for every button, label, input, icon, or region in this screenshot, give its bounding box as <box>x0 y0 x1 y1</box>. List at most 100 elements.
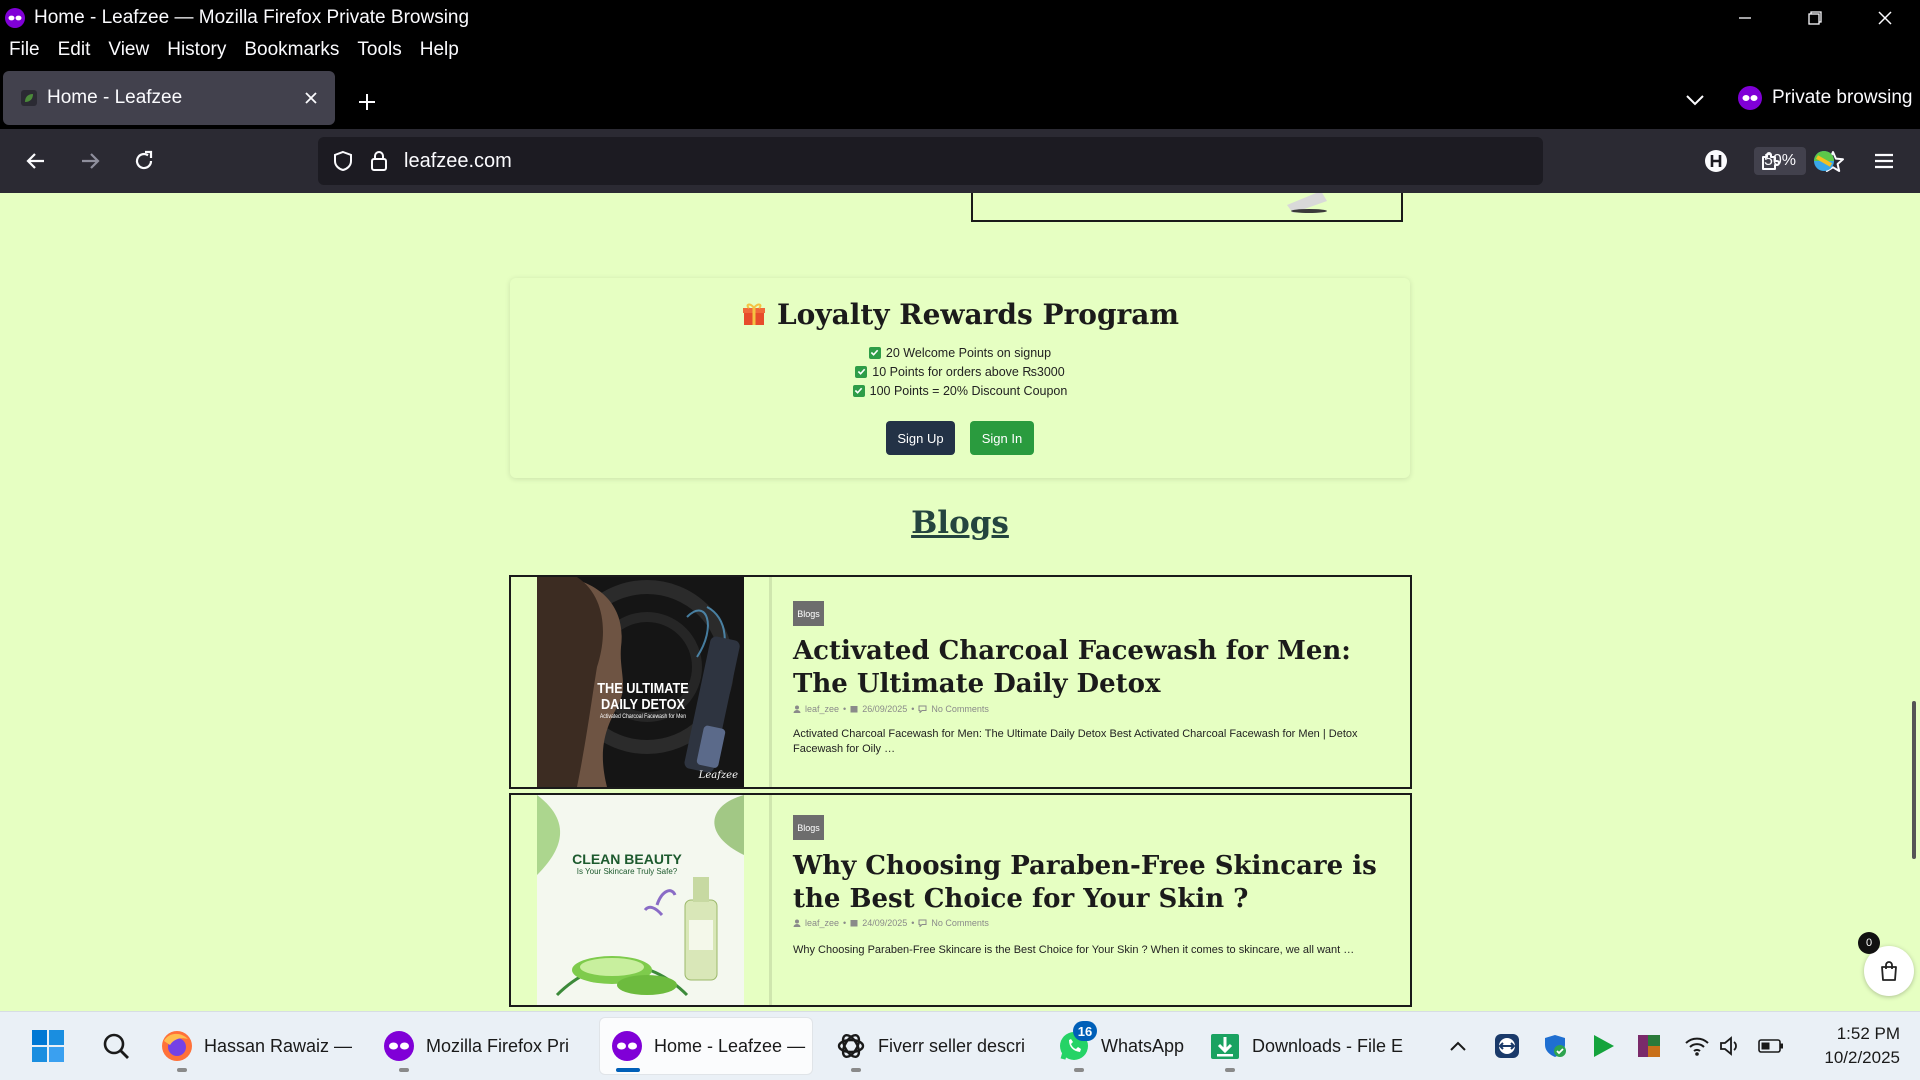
extension-colorful-icon[interactable] <box>1808 145 1840 177</box>
meta-separator: • <box>911 704 915 714</box>
category-badge[interactable]: Blogs <box>793 815 824 840</box>
perk-item: 20 Welcome Points on signup <box>510 343 1410 362</box>
private-browsing-mask-icon <box>1738 86 1762 110</box>
loyalty-rewards-card: Loyalty Rewards Program 20 Welcome Point… <box>510 278 1410 478</box>
volume-icon[interactable] <box>1718 1032 1744 1060</box>
post-meta: leaf_zee • 26/09/2025 • No Comments <box>793 704 989 714</box>
menu-view[interactable]: View <box>99 39 158 61</box>
floating-cart-button[interactable]: 0 <box>1858 932 1914 996</box>
post-excerpt: Why Choosing Paraben-Free Skincare is th… <box>793 944 1355 956</box>
taskbar-item-label: Mozilla Firefox Pri <box>426 1035 570 1056</box>
firefox-icon <box>160 1029 194 1063</box>
page-scrollbar-thumb[interactable] <box>1912 701 1916 859</box>
shopping-bag-icon <box>1881 961 1897 981</box>
menu-bar: File Edit View History Bookmarks Tools H… <box>0 35 1920 65</box>
post-author[interactable]: leaf_zee <box>805 704 839 714</box>
blog-post-card[interactable]: THE ULTIMATE DAILY DETOX Activated Charc… <box>509 575 1412 789</box>
post-title[interactable]: Activated Charcoal Facewash for Men: The… <box>793 635 1383 701</box>
new-tab-button[interactable] <box>352 87 382 117</box>
tracking-protection-shield-icon[interactable] <box>330 148 356 174</box>
taskbar-item-label: WhatsApp <box>1101 1035 1185 1056</box>
close-tab-icon[interactable] <box>301 88 321 108</box>
meta-separator: • <box>911 918 915 928</box>
reload-button[interactable] <box>128 145 160 177</box>
tab-home-leafzee[interactable]: Home - Leafzee <box>3 71 335 125</box>
web-page-content: Loyalty Rewards Program 20 Welcome Point… <box>0 193 1920 1011</box>
private-browsing-indicator: Private browsing <box>1738 83 1912 113</box>
perk-text: 100 Points = 20% Discount Coupon <box>869 383 1068 398</box>
perk-item: 100 Points = 20% Discount Coupon <box>510 381 1410 400</box>
author-icon <box>793 919 801 927</box>
running-indicator <box>616 1068 640 1072</box>
play-tray-icon[interactable] <box>1590 1032 1616 1060</box>
thumbnail-caption: THE ULTIMATE DAILY DETOX Activated Charc… <box>592 681 694 722</box>
card-divider <box>769 795 772 1005</box>
search-icon[interactable] <box>98 1028 134 1064</box>
running-indicator <box>399 1068 409 1072</box>
taskbar-item-chatgpt[interactable]: Fiverr seller descri <box>834 1018 1039 1074</box>
taskbar-item-firefox-private[interactable]: Mozilla Firefox Pri <box>382 1018 582 1074</box>
restore-button[interactable] <box>1780 0 1850 35</box>
windows-security-shield-icon[interactable] <box>1542 1032 1568 1060</box>
battery-icon[interactable] <box>1758 1032 1784 1060</box>
loyalty-heading-text: Loyalty Rewards Program <box>776 298 1180 331</box>
blogs-heading[interactable]: Blogs <box>0 505 1920 541</box>
wifi-icon[interactable] <box>1684 1032 1710 1060</box>
menu-help[interactable]: Help <box>411 39 468 61</box>
windows-start-icon[interactable] <box>30 1028 66 1064</box>
whatsapp-unread-badge: 16 <box>1073 1021 1097 1041</box>
taskbar-item-whatsapp[interactable]: 16 WhatsApp <box>1057 1018 1187 1074</box>
menu-edit[interactable]: Edit <box>49 39 100 61</box>
close-window-button[interactable] <box>1850 0 1920 35</box>
thumbnail-caption-line3: Activated Charcoal Facewash for Men <box>599 714 687 720</box>
system-clock[interactable]: 1:52 PM 10/2/2025 <box>1800 1022 1900 1070</box>
teamviewer-tray-icon[interactable] <box>1494 1032 1520 1060</box>
taskbar-item-firefox[interactable]: Hassan Rawaiz — <box>160 1018 360 1074</box>
taskbar-item-file-explorer[interactable]: Downloads - File E <box>1208 1018 1408 1074</box>
blog-post-card[interactable]: CLEAN BEAUTY Is Your Skincare Truly Safe… <box>509 793 1412 1007</box>
menu-bookmarks[interactable]: Bookmarks <box>235 39 348 61</box>
back-button[interactable] <box>20 145 52 177</box>
extension-h-icon[interactable] <box>1700 145 1732 177</box>
post-title[interactable]: Why Choosing Paraben-Free Skincare is th… <box>793 850 1383 916</box>
forward-button[interactable] <box>74 145 106 177</box>
tab-strip: Home - Leafzee Private browsing <box>0 65 1920 129</box>
post-comments[interactable]: No Comments <box>931 704 989 714</box>
menu-file[interactable]: File <box>0 39 49 61</box>
card-divider <box>769 577 772 787</box>
post-author[interactable]: leaf_zee <box>805 918 839 928</box>
calendar-icon <box>850 920 858 927</box>
menu-history[interactable]: History <box>158 39 235 61</box>
url-bar[interactable]: leafzee.com 50% <box>318 137 1844 185</box>
url-text[interactable]: leafzee.com <box>404 150 512 173</box>
running-indicator <box>177 1068 187 1072</box>
taskbar-item-home-leafzee[interactable]: Home - Leafzee — <box>600 1018 812 1074</box>
previous-product-card <box>971 193 1403 222</box>
blog-post-thumbnail[interactable]: THE ULTIMATE DAILY DETOX Activated Charc… <box>537 577 744 787</box>
window-title: Home - Leafzee — Mozilla Firefox Private… <box>34 6 470 28</box>
thumbnail-caption-line2: DAILY DETOX <box>600 696 686 713</box>
extensions-puzzle-icon[interactable] <box>1754 145 1786 177</box>
blog-post-thumbnail[interactable]: CLEAN BEAUTY Is Your Skincare Truly Safe… <box>537 795 744 1005</box>
winrar-tray-icon[interactable] <box>1636 1032 1662 1060</box>
calendar-icon <box>850 706 858 713</box>
product-image-fragment <box>1287 193 1327 213</box>
list-all-tabs-chevron-icon[interactable] <box>1680 85 1710 115</box>
show-hidden-icons-chevron-icon[interactable] <box>1445 1032 1471 1060</box>
leafzee-favicon-icon <box>21 90 37 106</box>
sign-up-button[interactable]: Sign Up <box>886 421 955 455</box>
menu-tools[interactable]: Tools <box>348 39 410 61</box>
taskbar-item-label: Downloads - File E <box>1252 1035 1404 1056</box>
post-comments[interactable]: No Comments <box>931 918 989 928</box>
chatgpt-icon <box>834 1029 868 1063</box>
post-meta: leaf_zee • 24/09/2025 • No Comments <box>793 918 989 928</box>
lock-icon[interactable] <box>368 148 390 174</box>
navigation-toolbar: leafzee.com 50% <box>0 129 1920 193</box>
app-menu-hamburger-icon[interactable] <box>1868 145 1900 177</box>
minimize-button[interactable] <box>1710 0 1780 35</box>
gift-icon <box>742 303 765 325</box>
category-badge[interactable]: Blogs <box>793 601 824 626</box>
firefox-private-icon <box>382 1029 416 1063</box>
thumbnail-caption-line2: Is Your Skincare Truly Safe? <box>576 867 678 876</box>
sign-in-button[interactable]: Sign In <box>970 421 1034 455</box>
